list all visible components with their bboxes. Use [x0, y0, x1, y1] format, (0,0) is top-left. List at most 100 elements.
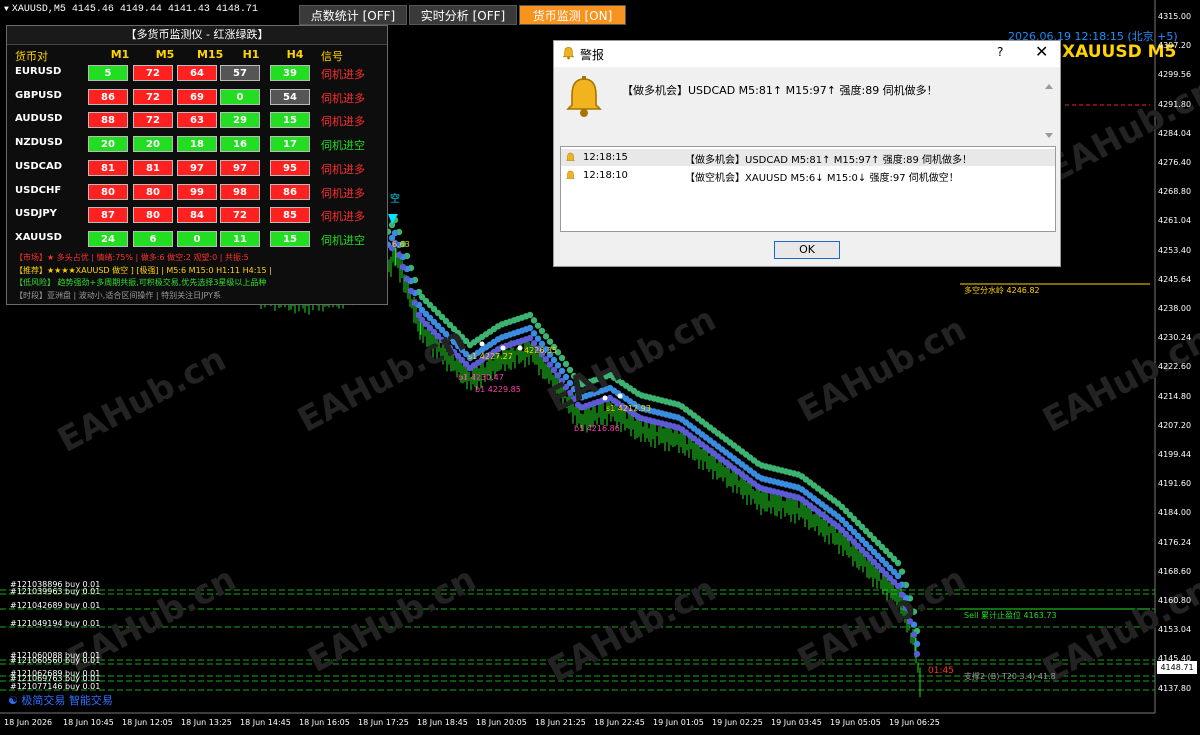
signal-label: 伺机进多 [321, 68, 365, 81]
order-label: #121077146 buy 0.01 [10, 682, 101, 691]
strength-cell: 88 [88, 112, 128, 129]
strength-cell: 80 [133, 207, 173, 224]
strength-cell: 98 [220, 183, 260, 200]
price-tick: 4199.44 [1158, 450, 1192, 459]
message-scrollbar[interactable] [1043, 83, 1055, 139]
alert-list-row[interactable]: 12:18:10 【做空机会】XAUUSD M5:6↓ M15:0↓ 强度:97 … [561, 167, 1055, 184]
ma-dot [546, 338, 554, 345]
strength-cell: 16 [220, 136, 260, 153]
trade-marker [617, 393, 623, 399]
strength-cell: 24 [88, 230, 128, 247]
help-button[interactable]: ? [997, 45, 1003, 59]
monitor-row[interactable]: GBPUSD 86 72 69 0 54 伺机进多 [7, 88, 387, 108]
monitor-note: 【时段】亚洲盘 | 波动小,适合区间操作 | 特别关注日JPY系 [15, 290, 221, 300]
strength-cell: 97 [177, 159, 217, 176]
sell-stop-label: Sell 累计止盈位 4163.73 [964, 611, 1057, 620]
alert-text: 【做空机会】XAUUSD M5:6↓ M15:0↓ 强度:97 伺机做空！ [685, 173, 959, 184]
price-tick: 4284.04 [1158, 128, 1192, 138]
toggle-currency-monitor[interactable]: 货币监测 [ON] [519, 5, 626, 25]
strength-cell: 11 [220, 230, 260, 247]
strength-cell: 81 [133, 159, 173, 176]
brand-text: 极简交易 智能交易 [21, 694, 113, 707]
alert-message: 【做多机会】USDCAD M5:81↑ M15:97↑ 强度:89 伺机做多！ [622, 84, 938, 97]
order-label: #121049194 buy 0.01 [10, 619, 101, 628]
ma-dot [395, 251, 403, 259]
monitor-note: 【低风险】 趋势强劲+多周期共振,可积极交易,优先选择3星级以上品种 [15, 278, 267, 287]
support-label: 支撑2 (B) T20 3.4) 41.8 [964, 672, 1056, 681]
toggle-label: 货币监测 [ON] [532, 9, 613, 23]
price-tick: 4160.80 [1158, 596, 1192, 605]
ma-dot [562, 360, 570, 368]
time-tick: 19 Jun 03:45 [771, 718, 822, 727]
price-tick: 4191.60 [1158, 479, 1192, 489]
alert-time: 12:18:15 [583, 152, 628, 163]
price-tick: 4261.04 [1158, 216, 1192, 226]
collapse-triangle-icon[interactable]: ▼ [4, 5, 9, 14]
signal-label: 伺机进多 [321, 210, 365, 224]
ma-dot [913, 650, 921, 658]
monitor-header: M5 [155, 48, 175, 61]
monitor-row[interactable]: NZDUSD 20 20 18 16 17 伺机进空 [7, 135, 387, 155]
time-tick: 18 Jun 17:25 [358, 718, 409, 727]
bell-icon [565, 152, 576, 161]
monitor-header: M15 [197, 48, 224, 61]
price-tick: 4307.20 [1158, 41, 1192, 51]
pair-label: USDJPY [15, 208, 57, 220]
price-tick: 4245.64 [1158, 274, 1192, 284]
strength-cell: 72 [220, 207, 260, 224]
strength-cell: 99 [177, 183, 217, 200]
alert-list-row[interactable]: 12:18:15 【做多机会】USDCAD M5:81↑ M15:97↑ 强度:8… [561, 149, 1055, 166]
scroll-up-icon [1045, 84, 1053, 89]
monitor-header: 信号 [321, 50, 343, 63]
symbol-info: ▼ XAUUSD,M5 4145.46 4149.44 4141.43 4148.… [4, 4, 258, 15]
ma-dot [526, 311, 534, 319]
monitor-row[interactable]: USDCHF 80 80 99 98 86 伺机进多 [7, 183, 387, 203]
price-tick: 4184.00 [1158, 508, 1192, 518]
alert-titlebar[interactable]: 警报 ? ✕ [554, 41, 1060, 67]
time-tick: 19 Jun 02:25 [712, 718, 763, 727]
monitor-row[interactable]: USDJPY 87 80 84 72 85 伺机进多 [7, 206, 387, 226]
strength-cell: 20 [88, 136, 128, 153]
monitor-row[interactable]: USDCAD 81 81 97 97 95 伺机进多 [7, 159, 387, 179]
ma-dot [558, 354, 566, 362]
close-button[interactable]: ✕ [1035, 42, 1048, 61]
strength-cell: 18 [177, 136, 217, 153]
price-tick: 4315.00 [1158, 12, 1192, 21]
time-tick: 18 Jun 21:25 [535, 718, 586, 727]
monitor-row[interactable]: EURUSD 5 72 64 57 39 伺机进多 [7, 64, 387, 84]
ma-dot [407, 287, 415, 295]
time-tick: 18 Jun 10:45 [63, 718, 114, 727]
pair-label: GBPUSD [15, 89, 62, 101]
strength-cell: 15 [270, 112, 310, 129]
strength-cell: 81 [88, 159, 128, 176]
monitor-row[interactable]: XAUUSD 24 6 0 11 15 伺机进空 [7, 230, 387, 250]
strength-cell: 0 [220, 88, 260, 105]
monitor-row[interactable]: AUDUSD 88 72 63 29 15 伺机进多 [7, 111, 387, 131]
monitor-header-row: 货币对 M1 M5 M15 H1 H4 信号 [7, 48, 387, 64]
chart-window: EAHub.cn EAHub.cn EAHub.cn EAHub.cn EAHu… [0, 0, 1200, 735]
trade-marker [500, 345, 506, 351]
ma-dot [550, 366, 558, 374]
order-label: #121060560 buy 0.01 [10, 656, 101, 665]
order-label: #121039963 buy 0.01 [10, 587, 101, 596]
monitor-header: 货币对 [15, 50, 48, 63]
ma-dot [526, 324, 534, 332]
monitor-note: 【市场】★ 多头占优 | 情绪:75% | 做多:6 做空:2 观望:0 | 共… [15, 253, 249, 262]
ma-dot [403, 275, 411, 283]
toggle-point-stats[interactable]: 点数统计 [OFF] [299, 5, 407, 25]
current-price-tag: 4148.71 [1157, 661, 1197, 674]
strength-cell: 39 [270, 65, 310, 81]
time-tick: 19 Jun 05:05 [830, 718, 881, 727]
price-tick: 4291.80 [1158, 99, 1192, 109]
time-tick: 18 Jun 12:05 [122, 718, 173, 727]
ma-dot [538, 327, 546, 335]
ma-dot [534, 322, 542, 329]
price-tick: 4137.80 [1158, 683, 1192, 693]
price-tick: 4230.24 [1158, 333, 1192, 343]
price-tick: 4153.04 [1158, 625, 1192, 635]
monitor-note: 【推荐】★★★★XAUUSD 做空 ] [极强] | M5:6 M15:0 H1… [15, 265, 272, 275]
ok-button[interactable]: OK [774, 241, 840, 259]
alert-history-list[interactable]: 12:18:15 【做多机会】USDCAD M5:81↑ M15:97↑ 强度:8… [560, 146, 1056, 232]
toggle-realtime-analysis[interactable]: 实时分析 [OFF] [409, 5, 517, 25]
price-tick: 4176.24 [1158, 537, 1192, 547]
